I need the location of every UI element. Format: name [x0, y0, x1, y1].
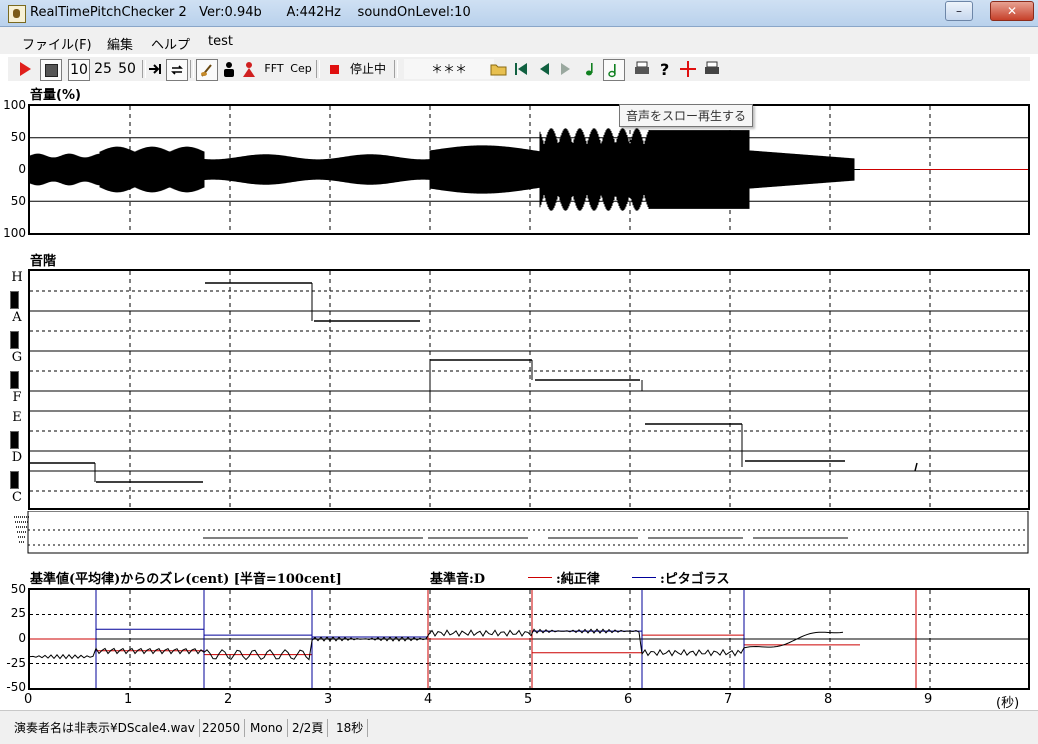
- fft-button[interactable]: FFT: [261, 59, 287, 79]
- deviation-tick: -25: [6, 656, 26, 670]
- status-bar: 演奏者名は非表示¥DScale4.wav 22050 Mono 2/2頁 18秒: [0, 710, 1038, 744]
- step-back-icon[interactable]: [538, 61, 550, 77]
- status-duration: 18秒: [332, 719, 369, 737]
- instrument-button[interactable]: [196, 59, 218, 81]
- toolbar-separator: [316, 60, 320, 78]
- stop-button[interactable]: [40, 59, 62, 81]
- loop-button[interactable]: [166, 59, 188, 81]
- status-channels: Mono: [246, 719, 288, 737]
- toolbar-separator: [394, 60, 398, 78]
- menu-file[interactable]: ファイル(F): [22, 34, 92, 53]
- time-tick-label: 7: [724, 692, 733, 707]
- skip-start-icon[interactable]: [514, 61, 528, 77]
- title-bar: RealTimePitchChecker 2 Ver:0.94b A:442Hz…: [0, 0, 1038, 27]
- speed-50-button[interactable]: 50: [116, 59, 138, 79]
- black-key: [10, 431, 19, 449]
- printer-icon[interactable]: [634, 61, 650, 77]
- black-key: [10, 291, 19, 309]
- time-tick-label: 6: [624, 692, 633, 707]
- plot-area: 音量(%) 100 50 0 50 100 音階 H A G F E D C 基…: [3, 82, 1030, 711]
- volume-title: 音量(%): [30, 88, 81, 103]
- time-tick-label: 1: [124, 692, 133, 707]
- status-sample-rate: 22050: [198, 719, 246, 737]
- cepstrum-button[interactable]: Cep: [289, 59, 313, 79]
- note-label-g: G: [11, 350, 23, 365]
- black-key: [10, 371, 19, 389]
- slow-play-tooltip: 音声をスロー再生する: [619, 104, 754, 127]
- cursor-marker-icon[interactable]: [680, 61, 696, 77]
- status-file: 演奏者名は非表示¥DScale4.wav: [10, 719, 200, 737]
- toolbar-separator: [190, 60, 194, 78]
- volume-waveform: [30, 128, 855, 211]
- help-icon[interactable]: ?: [658, 60, 672, 78]
- deviation-chart: [28, 588, 1030, 690]
- time-axis: 0 1 2 3 4 5 6 7 8 9: [8, 692, 1030, 709]
- menu-help[interactable]: ヘルプ: [151, 34, 190, 53]
- time-tick-label: 8: [824, 692, 833, 707]
- overview-strip: [14, 511, 1029, 554]
- volume-tick: 50: [10, 194, 26, 208]
- jump-end-icon[interactable]: [148, 62, 162, 76]
- deviation-tick: 0: [18, 631, 26, 645]
- scale-title: 音階: [30, 254, 57, 269]
- black-key: [10, 471, 19, 489]
- step-forward-icon[interactable]: [560, 61, 572, 77]
- status-label: 停止中: [349, 62, 386, 76]
- volume-tick: 0: [18, 162, 26, 176]
- deviation-tick: 50: [10, 582, 26, 596]
- note-label-e: E: [12, 410, 22, 425]
- menu-test[interactable]: test: [208, 34, 233, 49]
- close-button[interactable]: ✕: [990, 1, 1034, 21]
- deviation-tick: 25: [10, 606, 26, 620]
- minimize-button[interactable]: –: [945, 1, 973, 21]
- pitch-segment: [914, 462, 918, 472]
- male-singer-icon[interactable]: [222, 61, 236, 77]
- time-tick-label: 4: [424, 692, 433, 707]
- toolbar: 10 25 50 FFT Cep 停止中 ＊＊＊ ?: [8, 56, 1030, 81]
- volume-tick: 50: [10, 130, 26, 144]
- pitch-deviation-trace: [30, 628, 844, 661]
- time-tick-label: 3: [324, 692, 333, 707]
- note-label-d: D: [11, 450, 23, 465]
- black-key: [10, 331, 19, 349]
- overview-frame: [27, 511, 1029, 554]
- volume-tick: 100: [3, 98, 26, 112]
- time-tick-label: 5: [524, 692, 533, 707]
- deviation-title: 基準値(平均律)からのズレ(cent) [半音=100cent]: [30, 572, 342, 587]
- time-tick-label: 9: [924, 692, 933, 707]
- note-label-f: F: [12, 390, 22, 405]
- legend-pure-swatch: [528, 577, 552, 578]
- note-label-h: H: [11, 270, 23, 285]
- note-label-a: A: [12, 310, 22, 325]
- note-icon[interactable]: [584, 61, 598, 77]
- open-folder-icon[interactable]: [490, 61, 508, 77]
- speed-25-button[interactable]: 25: [92, 59, 114, 79]
- pitch-scale-chart: [28, 269, 1030, 510]
- legend-pure-label: :純正律: [556, 572, 600, 587]
- marker-field: ＊＊＊: [404, 59, 494, 79]
- time-tick-label: 2: [224, 692, 233, 707]
- female-singer-icon[interactable]: [242, 61, 256, 77]
- note-label-c: C: [12, 490, 22, 505]
- app-icon: [8, 5, 26, 23]
- print-preview-icon[interactable]: [704, 61, 720, 77]
- toolbar-separator: [142, 60, 146, 78]
- svg-text:?: ?: [660, 60, 669, 78]
- slow-play-button[interactable]: [603, 59, 625, 81]
- time-tick-label: 0: [24, 692, 33, 707]
- speed-10-button[interactable]: 10: [68, 59, 90, 81]
- legend-pyth-label: :ピタゴラス: [660, 572, 730, 587]
- time-axis-unit: (秒): [996, 696, 1020, 711]
- play-icon[interactable]: [20, 62, 32, 76]
- menu-bar: ファイル(F) 編集 ヘルプ test: [0, 27, 1038, 54]
- volume-tick: 100: [3, 226, 26, 240]
- note-keyboard: H A G F E D C: [8, 270, 28, 510]
- volume-waveform-chart: [28, 104, 1030, 235]
- base-note-label: 基準音:D: [430, 572, 486, 587]
- record-stop-icon[interactable]: [330, 65, 339, 74]
- legend-pyth-swatch: [632, 577, 656, 578]
- window-title: RealTimePitchChecker 2 Ver:0.94b A:442Hz…: [30, 5, 471, 20]
- menu-edit[interactable]: 編集: [107, 34, 133, 53]
- status-page: 2/2頁: [288, 719, 329, 737]
